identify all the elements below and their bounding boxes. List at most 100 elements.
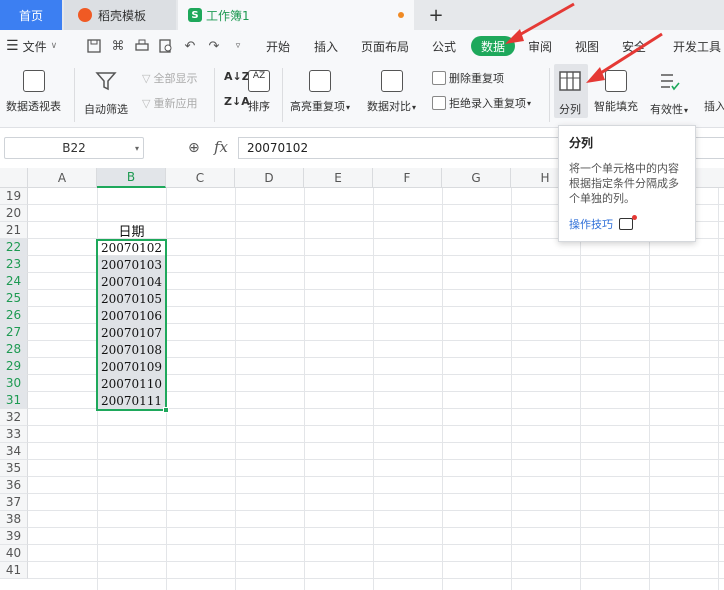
menu-data[interactable]: 数据 [471,36,516,56]
row-header-23[interactable]: 23 [0,256,28,273]
validity-button[interactable]: 有效性▾ [650,70,688,117]
highlight-duplicates-icon [309,70,331,92]
column-header-f[interactable]: F [373,168,442,188]
chevron-down-icon: ∨ [50,41,58,51]
menu-developer[interactable]: 开发工具 [673,30,721,62]
menu-review[interactable]: 审阅 [528,30,552,62]
fx-icon[interactable]: fx [214,138,228,156]
tab-bar: 首页 稻壳模板 S 工作簿1 + [0,0,724,30]
row-header-29[interactable]: 29 [0,358,28,375]
row-header-28[interactable]: 28 [0,341,28,358]
row-header-24[interactable]: 24 [0,273,28,290]
tab-workbook-label: 工作簿1 [206,8,250,23]
tab-workbook[interactable]: S 工作簿1 [178,0,414,30]
data-compare-icon [380,70,403,92]
tab-home[interactable]: 首页 [0,0,62,30]
grid-line [28,561,724,562]
menu-formula[interactable]: 公式 [432,30,456,62]
chevron-down-icon: ▾ [134,143,139,153]
row-header-35[interactable]: 35 [0,460,28,477]
reapply-button[interactable]: ▽ 重新应用 [142,95,197,111]
remove-duplicates-button[interactable]: 删除重复项 [432,70,504,86]
row-header-40[interactable]: 40 [0,545,28,562]
tips-link[interactable]: 操作技巧 [569,215,637,232]
row-header-22[interactable]: 22 [0,239,28,256]
grid-line [718,188,719,590]
data-compare-button[interactable]: 数据对比▾ [367,70,416,114]
tab-template[interactable]: 稻壳模板 [64,0,176,30]
row-header-30[interactable]: 30 [0,375,28,392]
data-compare-label: 数据对比 [367,100,411,113]
row-header-25[interactable]: 25 [0,290,28,307]
remove-duplicates-icon [432,71,446,85]
row-header-39[interactable]: 39 [0,528,28,545]
column-header-a[interactable]: A [28,168,97,188]
grid-line [28,476,724,477]
row-header-19[interactable]: 19 [0,188,28,205]
split-columns-icon [558,70,582,95]
row-header-26[interactable]: 26 [0,307,28,324]
show-all-button[interactable]: ▽ 全部显示 [142,70,197,86]
zoom-search-icon[interactable]: ⊕ [188,140,200,156]
autofilter-button[interactable]: 自动筛选 [84,70,128,117]
menu-start[interactable]: 开始 [266,30,290,62]
row-header-31[interactable]: 31 [0,392,28,409]
grid-line [442,188,443,590]
grid-line [649,188,650,590]
filter-clear-icon: ▽ [142,71,151,85]
split-columns-label: 分列 [559,103,581,116]
row-header-21[interactable]: 21 [0,222,28,239]
row-header-36[interactable]: 36 [0,477,28,494]
name-box[interactable]: B22 ▾ [4,137,144,159]
file-menu-label: 文件 [22,39,47,54]
row-header-37[interactable]: 37 [0,494,28,511]
print-icon[interactable] [134,38,150,54]
column-header-e[interactable]: E [304,168,373,188]
menu-view[interactable]: 视图 [575,30,599,62]
fill-handle[interactable] [163,407,169,413]
reject-duplicates-button[interactable]: 拒绝录入重复项 ▾ [432,95,531,111]
file-menu[interactable]: ☰ 文件 ∨ [6,30,57,62]
ribbon: 数据透视表 自动筛选 ▽ 全部显示 ▽ 重新应用 A↓Z Z↓A AZ 排序 高… [0,62,724,128]
row-header-27[interactable]: 27 [0,324,28,341]
insert-dropdown-button[interactable]: 插入 [704,98,724,114]
smart-fill-button[interactable]: 智能填充 [594,70,638,114]
sort-desc-icon[interactable]: Z↓A [224,95,250,108]
row-header-32[interactable]: 32 [0,409,28,426]
notification-dot-icon [632,215,637,220]
validity-label: 有效性 [650,103,683,116]
grid-line [373,188,374,590]
row-header-33[interactable]: 33 [0,426,28,443]
row-header-20[interactable]: 20 [0,205,28,222]
undo-icon[interactable]: ↶ [182,38,198,54]
new-tab-button[interactable]: + [424,0,448,30]
save-icon[interactable] [86,38,102,54]
name-box-value: B22 [62,141,86,155]
redo-icon[interactable]: ↷ [206,38,222,54]
dropdown-caret-icon: ▾ [346,103,351,112]
row-header-38[interactable]: 38 [0,511,28,528]
split-columns-button[interactable]: 分列 [558,70,582,117]
sort-button[interactable]: AZ 排序 [248,70,270,114]
row-header-41[interactable]: 41 [0,562,28,579]
column-header-d[interactable]: D [235,168,304,188]
menu-security[interactable]: 安全 [622,30,646,62]
print-preview-icon[interactable] [158,38,174,54]
cell-b21[interactable]: 日期 [97,222,166,240]
menu-insert[interactable]: 插入 [314,30,338,62]
row-header-34[interactable]: 34 [0,443,28,460]
column-header-g[interactable]: G [442,168,511,188]
column-header-b[interactable]: B [97,168,166,188]
column-header-c[interactable]: C [166,168,235,188]
menu-page-layout[interactable]: 页面布局 [361,30,409,62]
daoke-icon [78,8,92,22]
highlight-duplicates-button[interactable]: 高亮重复项▾ [290,70,350,114]
select-all-corner[interactable] [0,168,28,188]
highlight-duplicates-label: 高亮重复项 [290,100,345,113]
customize-dropdown-icon[interactable]: ▿ [230,38,246,54]
divider [549,68,550,122]
video-icon [619,215,637,230]
sort-asc-icon[interactable]: A↓Z [224,70,250,83]
format-painter-icon[interactable]: ⌘ [110,38,126,54]
pivot-table-button[interactable]: 数据透视表 [6,70,61,114]
